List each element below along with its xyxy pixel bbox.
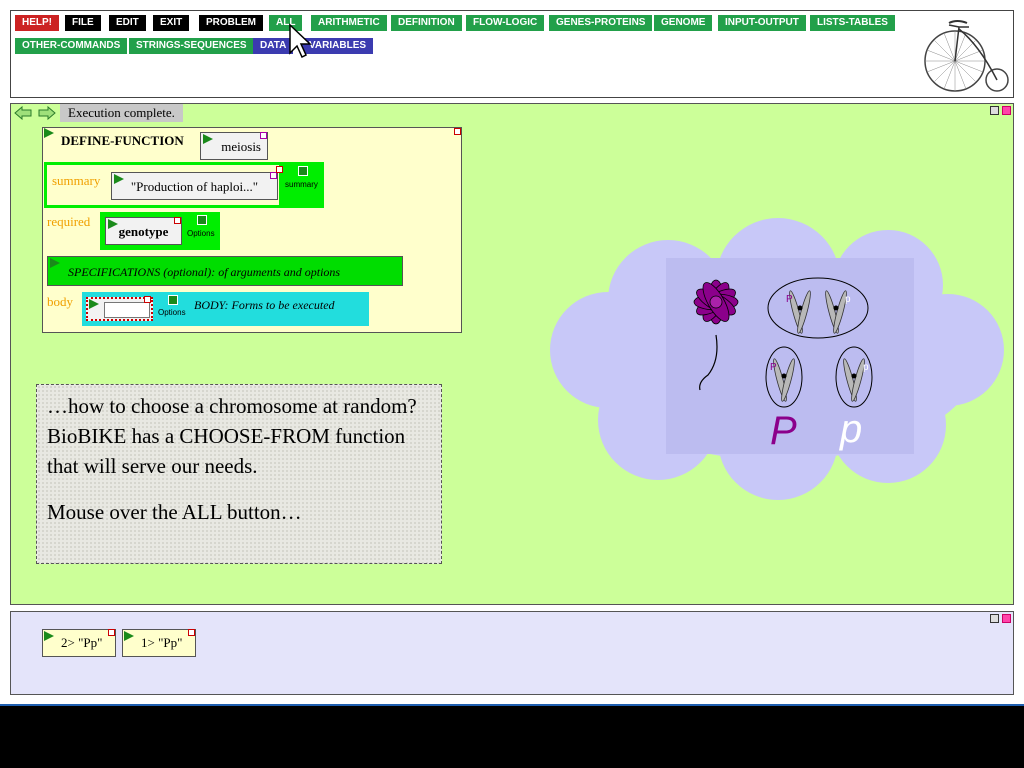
note-paragraph: …how to choose a chromosome at random? B… [47,394,417,478]
close-pane-icon[interactable] [1002,106,1011,115]
instruction-note: …how to choose a chromosome at random? B… [36,384,442,564]
flow-logic-button[interactable]: FLOW-LOGIC [466,15,545,31]
problem-button[interactable]: PROBLEM [199,15,263,31]
result-label: 1> "Pp" [141,635,183,650]
arrow-right-icon[interactable] [38,106,56,120]
other-commands-button[interactable]: OTHER-COMMANDS [15,38,128,54]
close-pane-icon[interactable] [1002,614,1011,623]
mouse-cursor-icon [289,23,312,59]
option-arrow-icon[interactable] [197,215,207,225]
flag-icon[interactable] [124,631,134,641]
define-function-keyword: DEFINE-FUNCTION [61,133,184,148]
strings-sequences-button[interactable]: STRINGS-SEQUENCES [129,38,254,54]
flag-icon[interactable] [50,258,60,268]
summary-tag: summary [52,173,101,188]
close-box-icon[interactable] [144,296,151,303]
command-toolbar: HELP! FILE EDIT EXIT PROBLEM ALL ARITHME… [10,10,1014,98]
edit-button[interactable]: EDIT [109,15,146,31]
arrow-left-icon[interactable] [14,106,32,120]
screen-footer [0,706,1024,768]
allele-label: p [863,362,869,373]
specifications-row[interactable]: SPECIFICATIONS (optional): of arguments … [47,256,403,286]
body-text-input[interactable] [104,302,150,318]
meiosis-cloud-illustration: P p P p P p [550,218,1004,500]
genome-button[interactable]: GENOME [654,15,713,31]
flag-icon[interactable] [44,128,54,138]
allele-label: P [786,294,793,305]
flag-icon[interactable] [108,219,118,229]
body-hint: BODY: Forms to be executed [194,298,335,312]
genes-proteins-button[interactable]: GENES-PROTEINS [549,15,653,31]
allele-recessive-label: p [839,407,862,451]
option-arrow-icon[interactable] [298,166,308,176]
close-box-icon[interactable] [174,217,181,224]
input-output-button[interactable]: INPUT-OUTPUT [718,15,806,31]
help-button[interactable]: HELP! [15,15,59,31]
minimize-pane-icon[interactable] [990,614,999,623]
result-label: 2> "Pp" [61,635,103,650]
close-box-icon[interactable] [454,128,461,135]
arithmetic-button[interactable]: ARITHMETIC [311,15,387,31]
status-message: Execution complete. [60,104,183,122]
flag-icon[interactable] [203,134,213,144]
required-tag: required [47,214,91,229]
close-box-icon[interactable] [108,629,115,636]
summary-option-label[interactable]: summary [285,180,318,189]
file-button[interactable]: FILE [65,15,101,31]
flag-icon[interactable] [44,631,54,641]
exit-button[interactable]: EXIT [153,15,190,31]
allele-label: P [770,362,777,373]
body-tag: body [47,294,73,309]
close-box-icon[interactable] [270,172,277,179]
definition-button[interactable]: DEFINITION [391,15,462,31]
body-option-label[interactable]: Options [158,308,186,317]
close-box-icon[interactable] [188,629,195,636]
minimize-pane-icon[interactable] [990,106,999,115]
penny-farthing-bicycle-icon [924,20,1009,92]
flag-icon[interactable] [89,299,99,309]
option-arrow-icon[interactable] [168,295,178,305]
summary-field[interactable]: "Production of haploi..." [111,172,278,200]
required-option-label[interactable]: Options [187,229,215,238]
note-paragraph: Mouse over the ALL button… [47,500,302,524]
close-box-icon[interactable] [276,166,283,173]
allele-label: p [845,294,851,305]
lists-tables-button[interactable]: LISTS-TABLES [810,15,895,31]
close-box-icon[interactable] [260,132,267,139]
flag-icon[interactable] [114,174,124,184]
allele-dominant-label: P [770,409,797,453]
